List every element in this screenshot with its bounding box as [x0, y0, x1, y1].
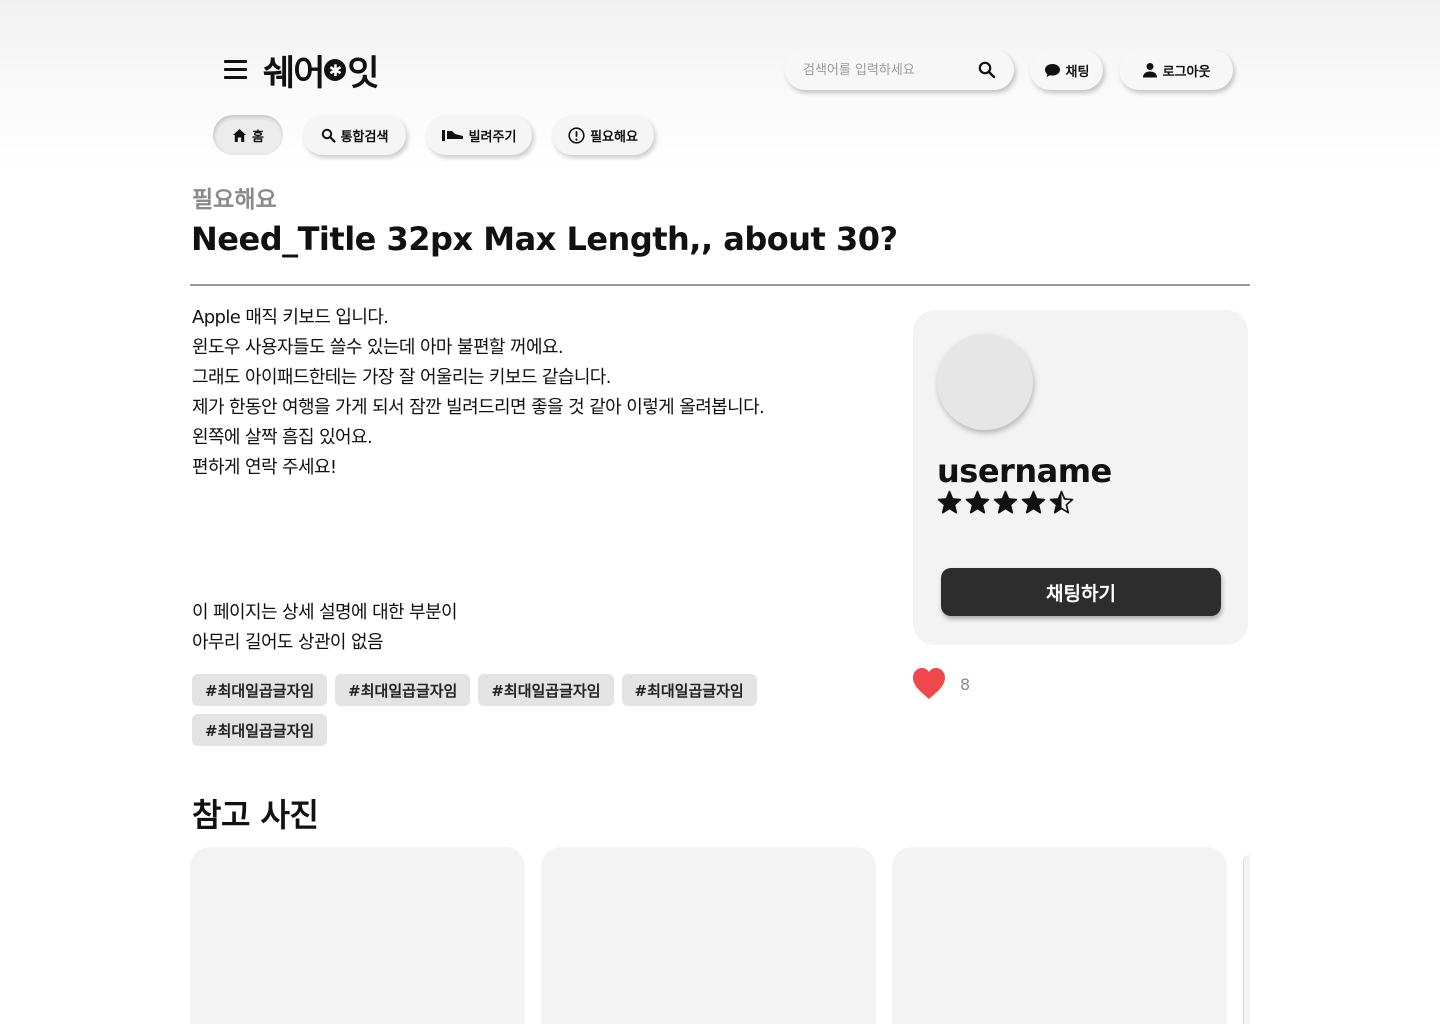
- tag-chip[interactable]: #최대일곱글자임: [335, 674, 471, 706]
- reference-photo[interactable]: [892, 847, 1227, 1024]
- tag-list: #최대일곱글자임 #최대일곱글자임 #최대일곱글자임 #최대일곱글자임 #최대일…: [192, 674, 822, 746]
- rating-stars: [937, 490, 1074, 515]
- description-line: 이 페이지는 상세 설명에 대한 부분이: [192, 602, 458, 623]
- star-full-icon: [993, 490, 1018, 514]
- description-line: 왼쪽에 살짝 흠집 있어요.: [192, 427, 373, 448]
- tab-need[interactable]: 필요해요: [552, 115, 654, 155]
- tag-chip[interactable]: #최대일곱글자임: [192, 674, 328, 706]
- star-half-icon: [1049, 490, 1074, 514]
- lend-icon: [441, 130, 463, 141]
- post-description-extra: 이 페이지는 상세 설명에 대한 부분이 아무리 길어도 상관이 없음: [192, 600, 802, 660]
- description-line: 아무리 길어도 상관이 없음: [192, 632, 384, 653]
- description-line: 제가 한동안 여행을 가게 되서 잠깐 빌려드리면 좋을 것 같아 이렇게 올려…: [192, 397, 765, 418]
- description-line: 윈도우 사용자들도 쓸수 있는데 아마 불편할 꺼에요.: [192, 337, 564, 358]
- tag-chip[interactable]: #최대일곱글자임: [478, 674, 614, 706]
- logout-button-label: 로그아웃: [1162, 64, 1211, 80]
- description-line: 편하게 연락 주세요!: [192, 457, 337, 478]
- search-input[interactable]: [803, 50, 973, 90]
- tag-chip[interactable]: #최대일곱글자임: [621, 674, 757, 706]
- star-full-icon: [965, 490, 990, 514]
- reference-photos-title: 참고 사진: [192, 796, 319, 834]
- tab-search[interactable]: 통합검색: [303, 115, 406, 155]
- tab-lend[interactable]: 빌려주기: [426, 115, 532, 155]
- logo-text-right: 잇: [347, 53, 379, 94]
- tab-home-label: 홈: [252, 129, 264, 145]
- tab-search-label: 통합검색: [340, 129, 389, 145]
- heart-icon[interactable]: [912, 666, 946, 702]
- header: 쉐어 ✱ 잇 채팅 로그아웃 홈 통합검색: [0, 0, 1440, 175]
- description-line: Apple 매직 키보드 입니다.: [192, 307, 389, 328]
- chat-button-label: 채팅: [1065, 64, 1090, 80]
- description-line: 그래도 아이패드한테는 가장 잘 어울리는 키보드 같습니다.: [192, 367, 611, 388]
- logo-star-icon: ✱: [324, 59, 347, 81]
- logout-button[interactable]: 로그아웃: [1119, 50, 1233, 90]
- star-full-icon: [937, 490, 962, 514]
- home-icon: [233, 128, 247, 142]
- user-icon: [1142, 63, 1157, 78]
- post-description: Apple 매직 키보드 입니다. 윈도우 사용자들도 쓸수 있는데 아마 불편…: [192, 305, 802, 485]
- avatar[interactable]: [937, 334, 1033, 430]
- reference-photo[interactable]: [190, 847, 525, 1024]
- alert-circle-icon: [568, 126, 585, 144]
- tab-need-label: 필요해요: [590, 129, 638, 145]
- tab-lend-label: 빌려주기: [468, 129, 517, 145]
- profile-card: username 채팅하기: [913, 310, 1248, 645]
- logo-text-left: 쉐어: [263, 53, 325, 94]
- hamburger-menu-icon[interactable]: [224, 59, 247, 81]
- logo[interactable]: 쉐어 ✱ 잇: [263, 48, 380, 94]
- reference-photo-overflow: [1243, 855, 1250, 1024]
- reference-photo[interactable]: [541, 847, 876, 1024]
- post-category: 필요해요: [192, 187, 277, 213]
- like-count: 8: [960, 675, 971, 694]
- search-icon: [321, 128, 336, 143]
- title-divider: [190, 284, 1250, 286]
- tag-chip[interactable]: #최대일곱글자임: [192, 714, 328, 746]
- start-chat-button[interactable]: 채팅하기: [941, 568, 1221, 616]
- search-bar: [785, 50, 1014, 90]
- username[interactable]: username: [937, 452, 1112, 490]
- tab-home[interactable]: 홈: [213, 115, 283, 155]
- search-icon[interactable]: [977, 60, 997, 80]
- star-full-icon: [1021, 490, 1046, 514]
- chat-bubble-icon: [1044, 63, 1060, 77]
- chat-button[interactable]: 채팅: [1030, 50, 1103, 90]
- post-title: Need_Title 32px Max Length,, about 30?: [191, 220, 898, 258]
